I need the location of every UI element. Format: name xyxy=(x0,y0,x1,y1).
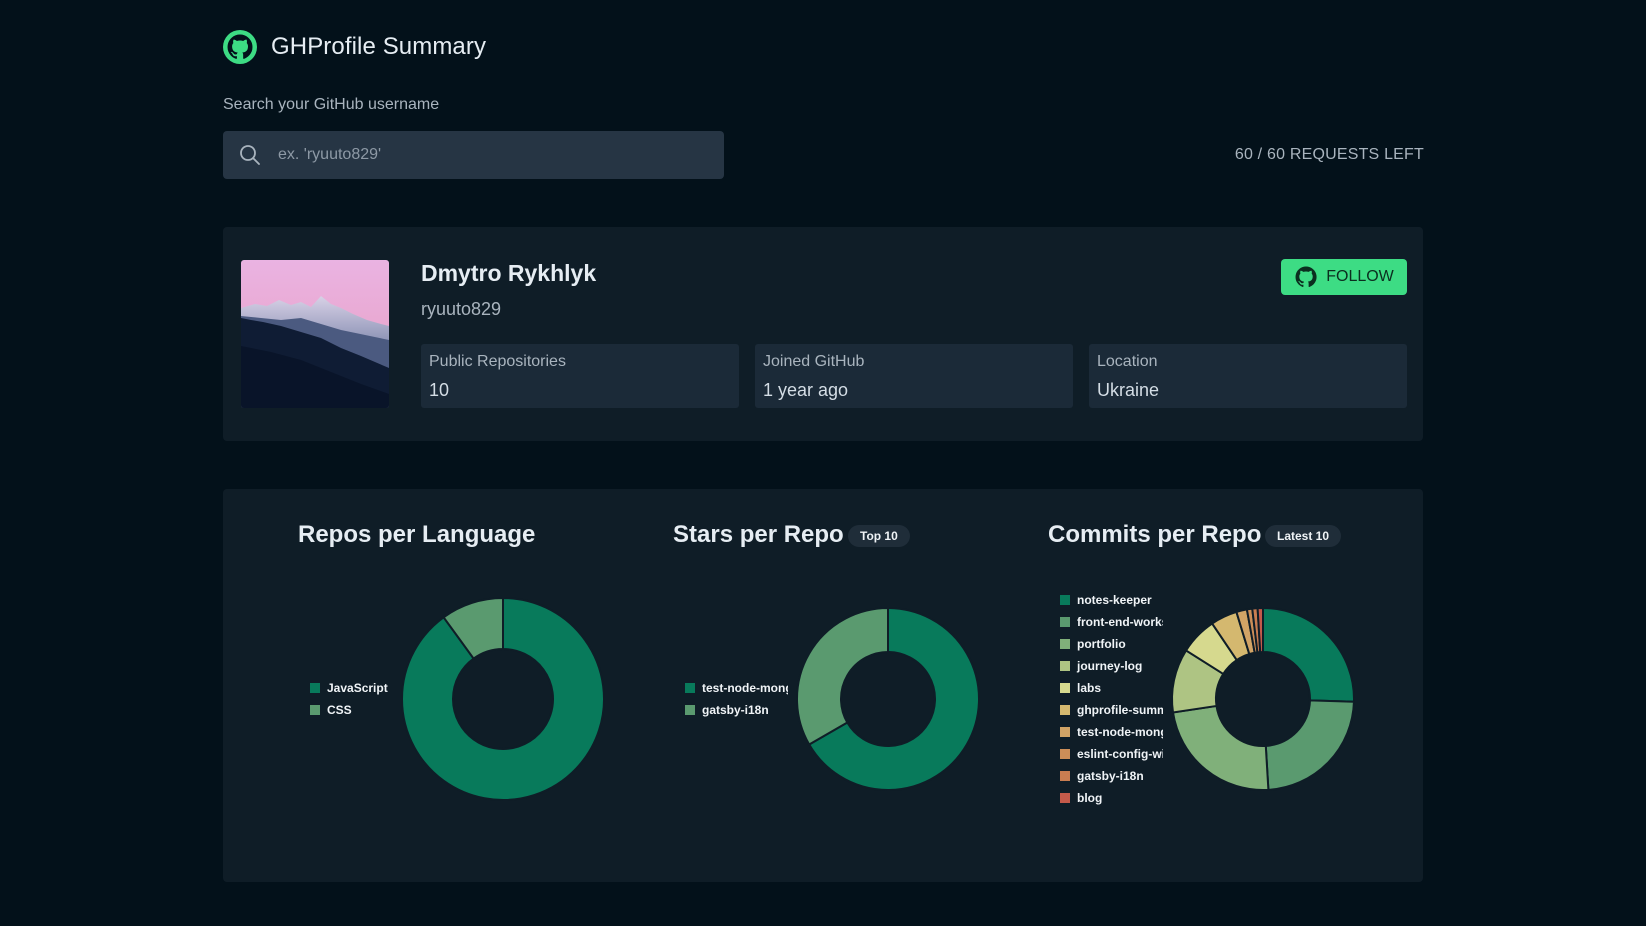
app-title: GHProfile Summary xyxy=(271,33,487,60)
search-box[interactable] xyxy=(223,131,724,179)
legend-swatch xyxy=(1060,639,1070,649)
legend-item[interactable]: gatsby-i18n xyxy=(685,699,788,721)
search-label: Search your GitHub username xyxy=(223,96,440,113)
languages-donut-chart xyxy=(401,596,605,801)
app-header: GHProfile Summary xyxy=(223,30,486,64)
legend-item[interactable]: gatsby-i18n xyxy=(1060,765,1163,787)
languages-chart-title: Repos per Language xyxy=(298,521,536,548)
legend-label: front-end-workspace xyxy=(1077,615,1163,629)
legend-swatch xyxy=(685,683,695,693)
legend-item[interactable]: test-node-mongo xyxy=(1060,721,1163,743)
donut-slice-notes-keeper[interactable] xyxy=(1262,606,1355,703)
legend-swatch xyxy=(685,705,695,715)
stat-label: Public Repositories xyxy=(429,353,566,370)
legend-label: ghprofile-summary xyxy=(1077,703,1163,717)
donut-slice-front-end-workspace[interactable] xyxy=(1264,699,1355,791)
legend-item[interactable]: ghprofile-summary xyxy=(1060,699,1163,721)
stat-public-repos: Public Repositories 10 xyxy=(421,344,739,408)
follow-button[interactable]: FOLLOW xyxy=(1281,259,1407,295)
legend-label: CSS xyxy=(327,703,352,717)
profile-name: Dmytro Rykhlyk xyxy=(421,260,597,286)
profile-login: ryuuto829 xyxy=(421,299,502,319)
languages-legend: JavaScript CSS xyxy=(310,677,400,721)
legend-swatch xyxy=(1060,617,1070,627)
charts-card: Repos per Language Stars per Repo Top 10… xyxy=(223,489,1423,882)
profile-card: Dmytro Rykhlyk ryuuto829 FOLLOW Public R… xyxy=(223,227,1423,441)
legend-item[interactable]: test-node-mongo xyxy=(685,677,788,699)
search-input[interactable] xyxy=(276,145,700,165)
stars-chart-badge: Top 10 xyxy=(848,525,910,547)
legend-swatch xyxy=(1060,749,1070,759)
legend-item[interactable]: eslint-config-with xyxy=(1060,743,1163,765)
legend-swatch xyxy=(1060,793,1070,803)
legend-swatch xyxy=(1060,661,1070,671)
commits-chart-badge: Latest 10 xyxy=(1265,525,1342,547)
stars-donut-chart xyxy=(796,606,980,791)
legend-item[interactable]: portfolio xyxy=(1060,633,1163,655)
stat-location: Location Ukraine xyxy=(1089,344,1407,408)
legend-label: eslint-config-with xyxy=(1077,747,1163,761)
search-icon xyxy=(240,145,260,165)
stat-joined: Joined GitHub 1 year ago xyxy=(755,344,1073,408)
legend-label: test-node-mongo xyxy=(702,681,788,695)
legend-item[interactable]: CSS xyxy=(310,699,400,721)
legend-label: journey-log xyxy=(1077,659,1143,673)
github-logo-icon xyxy=(223,30,257,64)
legend-swatch xyxy=(1060,595,1070,605)
legend-swatch xyxy=(1060,771,1070,781)
legend-swatch xyxy=(1060,705,1070,715)
commits-chart-title: Commits per Repo xyxy=(1048,521,1262,548)
legend-label: labs xyxy=(1077,681,1102,695)
commits-legend: notes-keeper front-end-workspace portfolio… xyxy=(1060,589,1163,809)
legend-label: test-node-mongo xyxy=(1077,725,1163,739)
legend-label: blog xyxy=(1077,791,1103,805)
legend-label: gatsby-i18n xyxy=(1077,769,1144,783)
legend-item[interactable]: notes-keeper xyxy=(1060,589,1163,611)
avatar xyxy=(241,260,389,408)
legend-swatch xyxy=(310,705,320,715)
legend-item[interactable]: front-end-workspace xyxy=(1060,611,1163,633)
legend-label: notes-keeper xyxy=(1077,593,1152,607)
legend-swatch xyxy=(1060,683,1070,693)
stat-value: 10 xyxy=(429,380,450,400)
commits-donut-chart xyxy=(1171,606,1355,791)
stat-value: 1 year ago xyxy=(763,380,849,400)
legend-item[interactable]: blog xyxy=(1060,787,1163,809)
github-icon xyxy=(1295,266,1317,287)
follow-label: FOLLOW xyxy=(1326,268,1394,285)
donut-slice-portfolio[interactable] xyxy=(1171,704,1270,791)
stat-label: Location xyxy=(1097,353,1158,370)
stat-label: Joined GitHub xyxy=(763,353,865,370)
legend-item[interactable]: labs xyxy=(1060,677,1163,699)
donut-slice-gatsby-i18n[interactable] xyxy=(796,606,889,746)
legend-item[interactable]: journey-log xyxy=(1060,655,1163,677)
stars-chart-title: Stars per Repo xyxy=(673,521,844,548)
stars-legend: test-node-mongo gatsby-i18n xyxy=(685,677,788,721)
legend-item[interactable]: JavaScript xyxy=(310,677,400,699)
requests-left-counter: 60 / 60 REQUESTS LEFT xyxy=(1234,146,1424,163)
stat-value: Ukraine xyxy=(1097,380,1160,400)
legend-swatch xyxy=(1060,727,1070,737)
legend-label: portfolio xyxy=(1077,637,1126,651)
legend-label: gatsby-i18n xyxy=(702,703,769,717)
legend-label: JavaScript xyxy=(327,681,388,695)
legend-swatch xyxy=(310,683,320,693)
